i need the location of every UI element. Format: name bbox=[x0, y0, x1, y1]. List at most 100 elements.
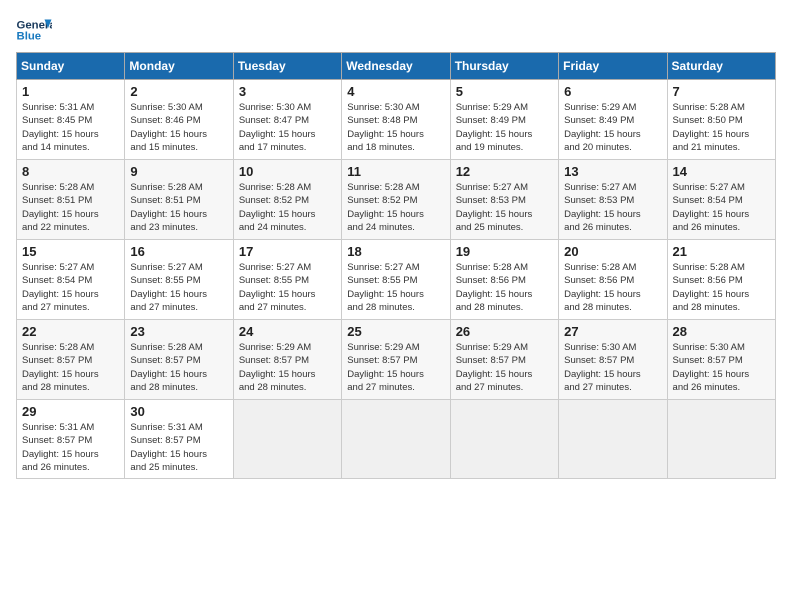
calendar-day-cell: 30 Sunrise: 5:31 AM Sunset: 8:57 PM Dayli… bbox=[125, 400, 233, 479]
day-number: 9 bbox=[130, 164, 227, 179]
day-info: Sunrise: 5:29 AM Sunset: 8:49 PM Dayligh… bbox=[456, 101, 553, 154]
day-info: Sunrise: 5:29 AM Sunset: 8:57 PM Dayligh… bbox=[456, 341, 553, 394]
day-info: Sunrise: 5:28 AM Sunset: 8:57 PM Dayligh… bbox=[130, 341, 227, 394]
calendar-day-cell bbox=[559, 400, 667, 479]
day-number: 17 bbox=[239, 244, 336, 259]
calendar-day-cell bbox=[342, 400, 450, 479]
calendar-day-cell: 2Sunrise: 5:30 AM Sunset: 8:46 PM Daylig… bbox=[125, 80, 233, 160]
calendar-day-cell: 21 Sunrise: 5:28 AM Sunset: 8:56 PM Dayli… bbox=[667, 240, 775, 320]
day-number: 15 bbox=[22, 244, 119, 259]
day-number: 3 bbox=[239, 84, 336, 99]
calendar-day-cell: 29 Sunrise: 5:31 AM Sunset: 8:57 PM Dayli… bbox=[17, 400, 125, 479]
calendar-day-cell: 3Sunrise: 5:30 AM Sunset: 8:47 PM Daylig… bbox=[233, 80, 341, 160]
calendar-day-cell: 13 Sunrise: 5:27 AM Sunset: 8:53 PM Dayli… bbox=[559, 160, 667, 240]
day-number: 30 bbox=[130, 404, 227, 419]
calendar-day-cell: 6 Sunrise: 5:29 AM Sunset: 8:49 PM Daylig… bbox=[559, 80, 667, 160]
day-info: Sunrise: 5:28 AM Sunset: 8:51 PM Dayligh… bbox=[130, 181, 227, 234]
day-number: 4 bbox=[347, 84, 444, 99]
calendar-day-cell: 10 Sunrise: 5:28 AM Sunset: 8:52 PM Dayli… bbox=[233, 160, 341, 240]
day-info: Sunrise: 5:27 AM Sunset: 8:53 PM Dayligh… bbox=[456, 181, 553, 234]
day-number: 7 bbox=[673, 84, 770, 99]
day-number: 12 bbox=[456, 164, 553, 179]
day-number: 6 bbox=[564, 84, 661, 99]
svg-text:Blue: Blue bbox=[17, 31, 42, 43]
calendar-day-cell: 17Sunrise: 5:27 AM Sunset: 8:55 PM Dayli… bbox=[233, 240, 341, 320]
day-info: Sunrise: 5:30 AM Sunset: 8:57 PM Dayligh… bbox=[673, 341, 770, 394]
day-number: 21 bbox=[673, 244, 770, 259]
calendar-day-cell: 28Sunrise: 5:30 AM Sunset: 8:57 PM Dayli… bbox=[667, 320, 775, 400]
calendar-day-cell: 27 Sunrise: 5:30 AM Sunset: 8:57 PM Dayli… bbox=[559, 320, 667, 400]
calendar-week-row: 15 Sunrise: 5:27 AM Sunset: 8:54 PM Dayli… bbox=[17, 240, 776, 320]
day-info: Sunrise: 5:28 AM Sunset: 8:56 PM Dayligh… bbox=[564, 261, 661, 314]
day-info: Sunrise: 5:30 AM Sunset: 8:48 PM Dayligh… bbox=[347, 101, 444, 154]
calendar-header-day: Wednesday bbox=[342, 53, 450, 80]
day-number: 27 bbox=[564, 324, 661, 339]
calendar-header-day: Saturday bbox=[667, 53, 775, 80]
calendar-day-cell: 11Sunrise: 5:28 AM Sunset: 8:52 PM Dayli… bbox=[342, 160, 450, 240]
logo-icon: General Blue bbox=[16, 16, 52, 44]
page-header: General Blue bbox=[16, 16, 776, 44]
calendar-day-cell: 20 Sunrise: 5:28 AM Sunset: 8:56 PM Dayli… bbox=[559, 240, 667, 320]
day-number: 5 bbox=[456, 84, 553, 99]
day-number: 1 bbox=[22, 84, 119, 99]
day-number: 10 bbox=[239, 164, 336, 179]
day-info: Sunrise: 5:27 AM Sunset: 8:54 PM Dayligh… bbox=[673, 181, 770, 234]
day-info: Sunrise: 5:29 AM Sunset: 8:57 PM Dayligh… bbox=[347, 341, 444, 394]
day-number: 23 bbox=[130, 324, 227, 339]
calendar-header-day: Thursday bbox=[450, 53, 558, 80]
calendar-day-cell: 25 Sunrise: 5:29 AM Sunset: 8:57 PM Dayli… bbox=[342, 320, 450, 400]
calendar-day-cell: 7 Sunrise: 5:28 AM Sunset: 8:50 PM Daylig… bbox=[667, 80, 775, 160]
day-info: Sunrise: 5:28 AM Sunset: 8:56 PM Dayligh… bbox=[673, 261, 770, 314]
day-info: Sunrise: 5:27 AM Sunset: 8:53 PM Dayligh… bbox=[564, 181, 661, 234]
day-info: Sunrise: 5:29 AM Sunset: 8:57 PM Dayligh… bbox=[239, 341, 336, 394]
day-info: Sunrise: 5:28 AM Sunset: 8:56 PM Dayligh… bbox=[456, 261, 553, 314]
day-info: Sunrise: 5:28 AM Sunset: 8:50 PM Dayligh… bbox=[673, 101, 770, 154]
day-info: Sunrise: 5:27 AM Sunset: 8:55 PM Dayligh… bbox=[130, 261, 227, 314]
day-number: 8 bbox=[22, 164, 119, 179]
day-number: 20 bbox=[564, 244, 661, 259]
calendar-day-cell: 4 Sunrise: 5:30 AM Sunset: 8:48 PM Daylig… bbox=[342, 80, 450, 160]
calendar-day-cell: 5 Sunrise: 5:29 AM Sunset: 8:49 PM Daylig… bbox=[450, 80, 558, 160]
calendar-header-day: Friday bbox=[559, 53, 667, 80]
day-info: Sunrise: 5:31 AM Sunset: 8:57 PM Dayligh… bbox=[130, 421, 227, 474]
calendar-day-cell: 8Sunrise: 5:28 AM Sunset: 8:51 PM Daylig… bbox=[17, 160, 125, 240]
day-info: Sunrise: 5:27 AM Sunset: 8:55 PM Dayligh… bbox=[347, 261, 444, 314]
day-number: 25 bbox=[347, 324, 444, 339]
calendar-header-row: SundayMondayTuesdayWednesdayThursdayFrid… bbox=[17, 53, 776, 80]
calendar-header-day: Monday bbox=[125, 53, 233, 80]
calendar-day-cell: 12 Sunrise: 5:27 AM Sunset: 8:53 PM Dayli… bbox=[450, 160, 558, 240]
day-number: 19 bbox=[456, 244, 553, 259]
calendar-day-cell: 26 Sunrise: 5:29 AM Sunset: 8:57 PM Dayli… bbox=[450, 320, 558, 400]
calendar-body: 1 Sunrise: 5:31 AM Sunset: 8:45 PM Daylig… bbox=[17, 80, 776, 479]
day-number: 22 bbox=[22, 324, 119, 339]
day-number: 11 bbox=[347, 164, 444, 179]
day-number: 14 bbox=[673, 164, 770, 179]
calendar-day-cell: 19 Sunrise: 5:28 AM Sunset: 8:56 PM Dayli… bbox=[450, 240, 558, 320]
day-number: 29 bbox=[22, 404, 119, 419]
day-number: 18 bbox=[347, 244, 444, 259]
day-info: Sunrise: 5:30 AM Sunset: 8:46 PM Dayligh… bbox=[130, 101, 227, 154]
day-info: Sunrise: 5:27 AM Sunset: 8:54 PM Dayligh… bbox=[22, 261, 119, 314]
calendar-week-row: 1 Sunrise: 5:31 AM Sunset: 8:45 PM Daylig… bbox=[17, 80, 776, 160]
calendar-day-cell: 24Sunrise: 5:29 AM Sunset: 8:57 PM Dayli… bbox=[233, 320, 341, 400]
calendar-day-cell: 22 Sunrise: 5:28 AM Sunset: 8:57 PM Dayli… bbox=[17, 320, 125, 400]
calendar-day-cell: 1 Sunrise: 5:31 AM Sunset: 8:45 PM Daylig… bbox=[17, 80, 125, 160]
calendar-header-day: Sunday bbox=[17, 53, 125, 80]
day-number: 13 bbox=[564, 164, 661, 179]
day-info: Sunrise: 5:30 AM Sunset: 8:57 PM Dayligh… bbox=[564, 341, 661, 394]
calendar-day-cell: 16 Sunrise: 5:27 AM Sunset: 8:55 PM Dayli… bbox=[125, 240, 233, 320]
day-info: Sunrise: 5:31 AM Sunset: 8:57 PM Dayligh… bbox=[22, 421, 119, 474]
day-number: 16 bbox=[130, 244, 227, 259]
calendar-week-row: 8 Sunrise: 5:28 AM Sunset: 8:51 PM Daylig… bbox=[17, 160, 776, 240]
day-info: Sunrise: 5:31 AM Sunset: 8:45 PM Dayligh… bbox=[22, 101, 119, 154]
calendar-table: SundayMondayTuesdayWednesdayThursdayFrid… bbox=[16, 52, 776, 479]
calendar-week-row: 22 Sunrise: 5:28 AM Sunset: 8:57 PM Dayli… bbox=[17, 320, 776, 400]
calendar-day-cell bbox=[667, 400, 775, 479]
day-number: 26 bbox=[456, 324, 553, 339]
day-info: Sunrise: 5:29 AM Sunset: 8:49 PM Dayligh… bbox=[564, 101, 661, 154]
calendar-day-cell: 9 Sunrise: 5:28 AM Sunset: 8:51 PM Daylig… bbox=[125, 160, 233, 240]
day-info: Sunrise: 5:28 AM Sunset: 8:57 PM Dayligh… bbox=[22, 341, 119, 394]
logo: General Blue bbox=[16, 16, 52, 44]
calendar-day-cell: 18 Sunrise: 5:27 AM Sunset: 8:55 PM Dayli… bbox=[342, 240, 450, 320]
day-info: Sunrise: 5:28 AM Sunset: 8:52 PM Dayligh… bbox=[239, 181, 336, 234]
